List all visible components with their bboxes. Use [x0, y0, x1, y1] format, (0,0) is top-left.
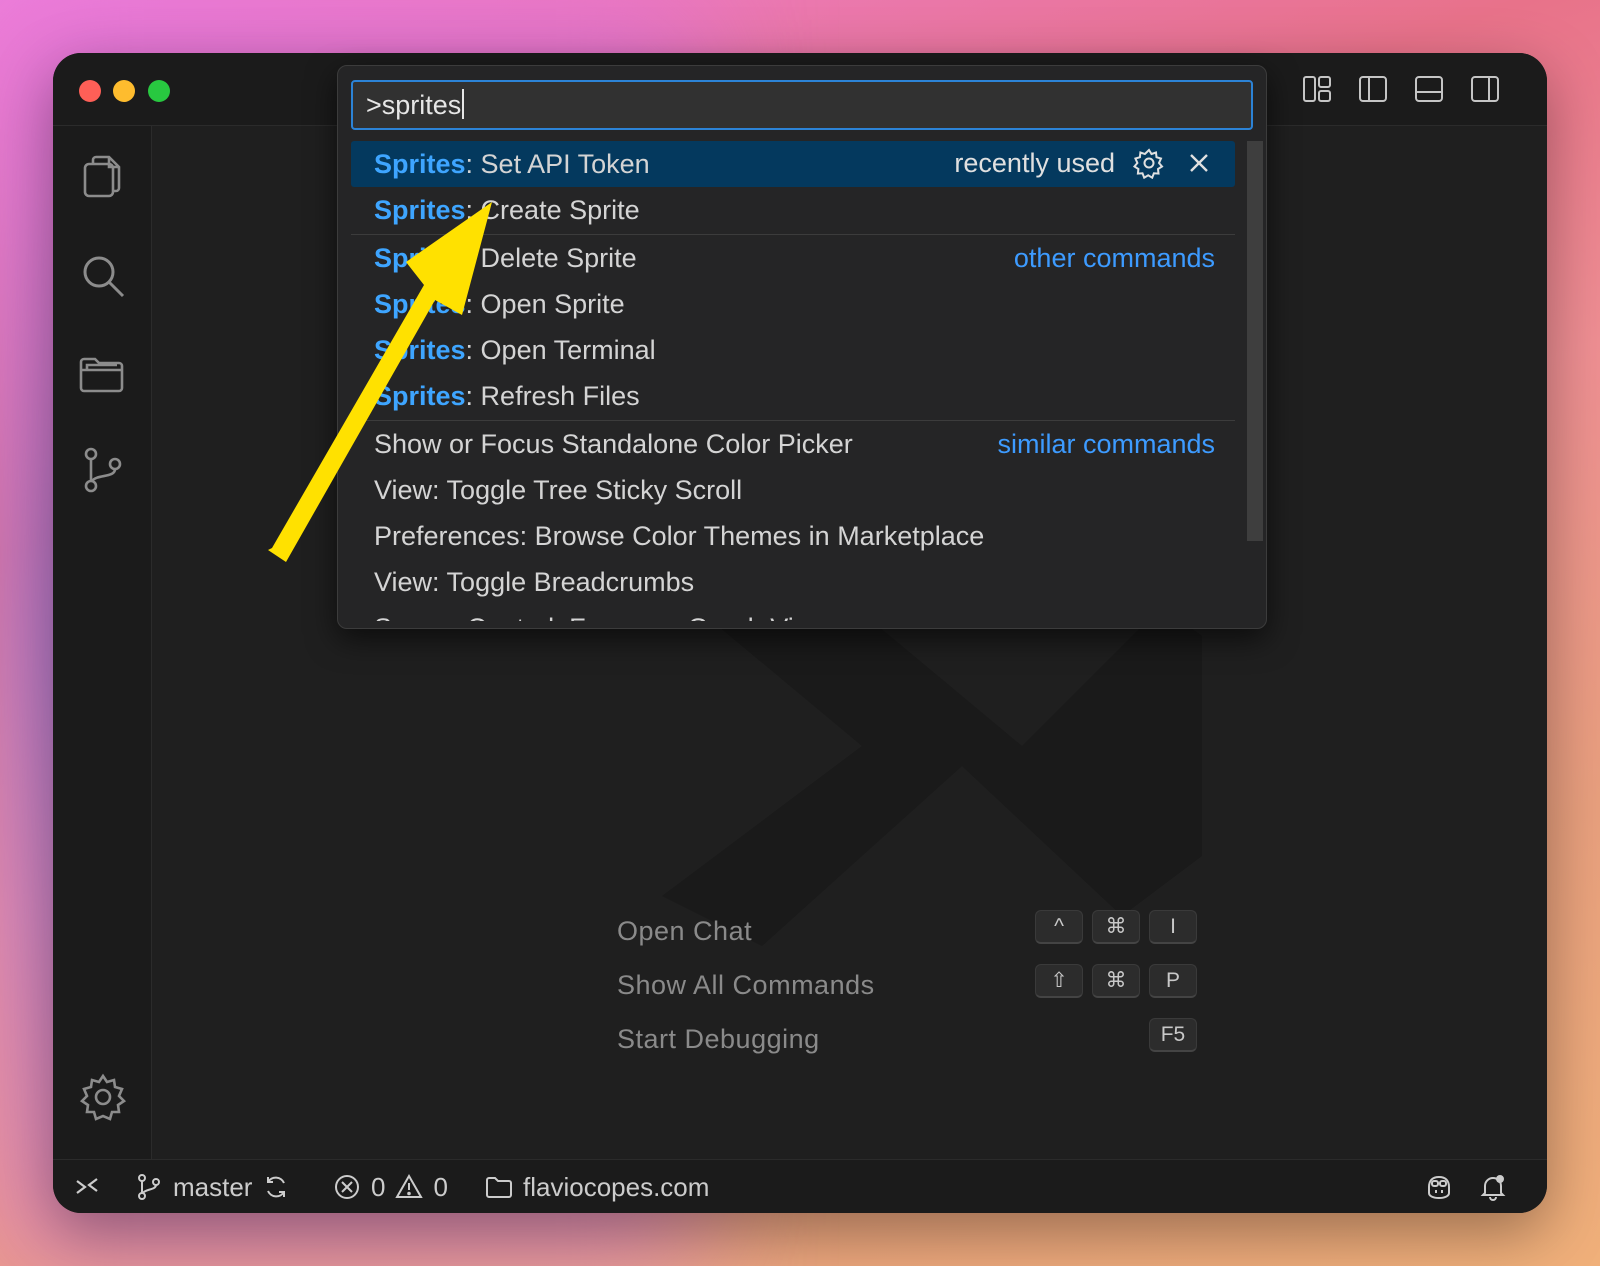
shortcut-row-open-chat[interactable]: Open Chat ^ ⌘ I — [617, 906, 1197, 960]
keycap: ^ — [1035, 910, 1083, 944]
problems-indicator[interactable]: 0 0 — [333, 1160, 448, 1213]
keycap: ⌘ — [1092, 910, 1140, 944]
warning-count: 0 — [433, 1171, 448, 1202]
command-item[interactable]: Source Control: Focus on Graph View — [351, 605, 1235, 621]
command-palette-input-value: >sprites — [366, 90, 462, 120]
activity-bar — [53, 126, 152, 1159]
match-highlight: Sprites — [374, 335, 466, 365]
text-cursor — [462, 89, 465, 119]
copilot-icon — [1428, 1175, 1450, 1200]
folder-icon — [486, 1177, 512, 1198]
command-label: : Open Sprite — [465, 289, 625, 319]
command-label: : Refresh Files — [465, 381, 640, 411]
shortcut-label: Open Chat — [617, 916, 753, 946]
command-label: : Set API Token — [465, 149, 650, 179]
minimize-window-button[interactable] — [113, 80, 135, 102]
match-highlight: Sprites — [374, 381, 466, 411]
welcome-shortcuts: Open Chat ^ ⌘ I Show All Commands ⇧ ⌘ P … — [617, 906, 1197, 1068]
git-branch-icon — [138, 1174, 160, 1200]
group-label-other-commands: other commands — [1013, 243, 1215, 273]
shortcut-label: Show All Commands — [617, 970, 875, 1000]
layout-controls — [1301, 73, 1501, 105]
search-icon[interactable] — [77, 250, 129, 302]
toggle-panel-icon[interactable] — [1413, 73, 1445, 105]
keycap: F5 — [1149, 1018, 1197, 1052]
keycap: I — [1149, 910, 1197, 944]
command-item[interactable]: Sprites: Delete Sprite other commands — [351, 235, 1235, 281]
group-label-similar-commands: similar commands — [997, 429, 1215, 459]
command-item[interactable]: Preferences: Browse Color Themes in Mark… — [351, 513, 1235, 559]
keycap: P — [1149, 964, 1197, 998]
close-window-button[interactable] — [79, 80, 101, 102]
customize-layout-icon[interactable] — [1301, 73, 1333, 105]
error-count: 0 — [371, 1171, 386, 1202]
command-item[interactable]: Sprites: Open Terminal — [351, 327, 1235, 373]
command-palette-input[interactable]: >sprites — [351, 80, 1253, 130]
match-highlight: Sprites — [374, 243, 466, 273]
shortcut-row-start-debugging[interactable]: Start Debugging F5 — [617, 1014, 1197, 1068]
source-control-icon[interactable] — [77, 444, 129, 496]
command-label: Preferences: Browse Color Themes in Mark… — [374, 521, 985, 551]
branch-name: master — [173, 1171, 253, 1202]
toggle-primary-sidebar-icon[interactable] — [1357, 73, 1389, 105]
error-icon — [335, 1175, 359, 1199]
match-highlight: Sprites — [374, 149, 466, 179]
remote-indicator[interactable] — [73, 1160, 101, 1213]
shortcut-row-show-all-commands[interactable]: Show All Commands ⇧ ⌘ P — [617, 960, 1197, 1014]
command-label: : Create Sprite — [465, 195, 640, 225]
branch-indicator[interactable]: master — [135, 1160, 290, 1213]
command-label: Source Control: Focus on Graph View — [374, 613, 828, 621]
command-label: : Delete Sprite — [465, 243, 637, 273]
manage-gear-icon[interactable] — [77, 1071, 129, 1123]
remove-from-history-close-icon[interactable] — [1183, 147, 1215, 179]
command-item[interactable]: Sprites: Refresh Files — [351, 373, 1235, 419]
command-label: View: Toggle Breadcrumbs — [374, 567, 695, 597]
remote-icon — [76, 1178, 98, 1194]
status-bar: master 0 0 flaviocopes.com — [53, 1159, 1547, 1213]
match-highlight: Sprites — [374, 195, 466, 225]
command-label: View: Toggle Tree Sticky Scroll — [374, 475, 743, 505]
command-item[interactable]: Sprites: Set API Token recently used — [351, 141, 1235, 187]
sync-icon[interactable] — [262, 1173, 290, 1201]
notifications-indicator[interactable] — [1479, 1160, 1507, 1213]
copilot-indicator[interactable] — [1425, 1160, 1453, 1213]
folder-icon[interactable] — [77, 348, 129, 400]
command-item[interactable]: View: Toggle Tree Sticky Scroll — [351, 467, 1235, 513]
workspace-name: flaviocopes.com — [523, 1171, 710, 1202]
toggle-secondary-sidebar-icon[interactable] — [1469, 73, 1501, 105]
command-item[interactable]: Show or Focus Standalone Color Picker si… — [351, 421, 1235, 467]
command-item[interactable]: View: Toggle Breadcrumbs — [351, 559, 1235, 605]
command-item[interactable]: Sprites: Create Sprite — [351, 187, 1235, 233]
workspace-indicator[interactable]: flaviocopes.com — [485, 1160, 709, 1213]
command-list: Sprites: Set API Token recently used Spr… — [351, 141, 1235, 621]
warning-icon — [395, 1173, 424, 1198]
recently-used-label: recently used — [954, 147, 1115, 178]
recently-used-group: recently used — [954, 147, 1215, 179]
bell-icon — [1480, 1175, 1506, 1201]
shortcut-label: Start Debugging — [617, 1024, 820, 1054]
command-item[interactable]: Sprites: Open Sprite — [351, 281, 1235, 327]
keycap: ⇧ — [1035, 964, 1083, 998]
command-label: : Open Terminal — [465, 335, 656, 365]
configure-keybinding-gear-icon[interactable] — [1133, 147, 1165, 179]
match-highlight: Sprites — [374, 289, 466, 319]
command-label: Show or Focus Standalone Color Picker — [374, 429, 853, 459]
explorer-icon[interactable] — [77, 150, 129, 202]
command-palette: >sprites Sprites: Set API Token recently… — [337, 65, 1267, 629]
command-list-scrollbar[interactable] — [1247, 141, 1263, 541]
keycap: ⌘ — [1092, 964, 1140, 998]
zoom-window-button[interactable] — [148, 80, 170, 102]
